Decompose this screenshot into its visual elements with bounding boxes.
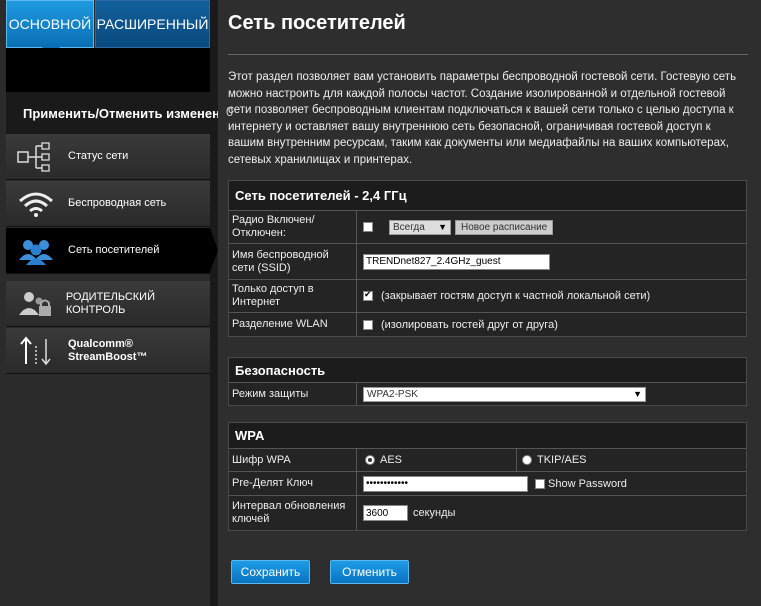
key-interval-row: Интервал обновления ключей секунды — [229, 496, 746, 530]
tkip-aes-label: TKIP/AES — [537, 454, 587, 466]
sidebar-item-label: Статус сети — [68, 150, 129, 162]
streamboost-line2: StreamBoost™ — [68, 350, 148, 363]
security-mode-row: Режим защиты WPA2-PSK ▼ — [229, 383, 746, 405]
wifi-icon — [14, 189, 58, 219]
internet-only-label: Только доступ в Интернет — [229, 280, 357, 312]
ssid-value — [357, 244, 746, 279]
radio-value: Всегда ▼ Новое расписание — [357, 211, 746, 243]
sidebar-item-label: РОДИТЕЛЬСКИЙ КОНТРОЛЬ — [65, 290, 155, 316]
sidebar-item-label: Qualcomm® StreamBoost™ — [58, 338, 147, 364]
internet-only-value: (закрывает гостям доступ к частной локал… — [357, 280, 746, 312]
tkip-aes-radio[interactable] — [522, 455, 532, 465]
network-status-icon — [14, 141, 58, 172]
sidebar-item-guest-network[interactable]: Сеть посетителей — [6, 228, 210, 274]
wlan-separation-label: Разделение WLAN — [229, 313, 357, 336]
security-panel: Безопасность Режим защиты WPA2-PSK ▼ — [228, 357, 747, 406]
save-button[interactable]: Сохранить — [231, 560, 310, 584]
wlan-separation-value: (изолировать гостей друг от друга) — [357, 313, 746, 336]
sidebar-item-parental-control[interactable]: РОДИТЕЛЬСКИЙ КОНТРОЛЬ — [6, 281, 210, 327]
sidebar-spacer — [6, 48, 210, 92]
apply-changes-label: Применить/Отменить изменения: — [23, 105, 240, 121]
title-divider — [228, 54, 748, 55]
key-interval-value: секунды — [357, 496, 746, 530]
security-mode-label: Режим защиты — [229, 383, 357, 405]
sidebar: ОСНОВНОЙ РАСШИРЕННЫЙ Применить/Отменить … — [0, 0, 240, 606]
sidebar-item-label: Беспроводная сеть — [68, 197, 167, 209]
main-content: Сеть посетителей Этот раздел позволяет в… — [218, 0, 761, 606]
sidebar-item-streamboost[interactable]: Qualcomm® StreamBoost™ — [6, 328, 210, 374]
security-mode-select-value: WPA2-PSK — [367, 388, 418, 400]
tab-basic[interactable]: ОСНОВНОЙ — [6, 0, 94, 48]
wlan-separation-text: (изолировать гостей друг от друга) — [381, 318, 558, 331]
aes-radio[interactable] — [365, 455, 375, 465]
show-password-label: Show Password — [548, 477, 627, 490]
guest-network-header: Сеть посетителей - 2,4 ГГц — [229, 181, 746, 211]
wpa-cipher-value: AES TKIP/AES — [357, 449, 746, 471]
streamboost-line1: Qualcomm® — [68, 337, 133, 350]
guests-icon — [14, 236, 58, 266]
aes-option[interactable]: AES — [357, 449, 517, 471]
ssid-row: Имя беспроводной сети (SSID) — [229, 244, 746, 280]
internet-only-checkbox[interactable] — [363, 289, 373, 301]
tkip-aes-option[interactable]: TKIP/AES — [517, 454, 587, 466]
key-interval-label: Интервал обновления ключей — [229, 496, 357, 530]
sidebar-item-label: Сеть посетителей — [68, 244, 160, 256]
new-schedule-button[interactable]: Новое расписание — [455, 219, 554, 235]
top-tabs: ОСНОВНОЙ РАСШИРЕННЫЙ — [0, 0, 210, 48]
schedule-select[interactable]: Всегда ▼ — [389, 219, 451, 235]
apply-changes-bar[interactable]: Применить/Отменить изменения: — [6, 92, 240, 134]
parental-lock-icon — [14, 289, 56, 319]
key-interval-unit: секунды — [413, 507, 456, 519]
show-password-checkbox[interactable] — [535, 478, 545, 489]
page-description: Этот раздел позволяет вам установить пар… — [228, 71, 737, 166]
internet-only-row: Только доступ в Интернет (закрывает гост… — [229, 280, 746, 313]
wpa-panel: WPA Шифр WPA AES TKIP/AES Pre-Делят Ключ… — [228, 422, 747, 531]
wpa-cipher-row: Шифр WPA AES TKIP/AES — [229, 449, 746, 472]
radio-row: Радио Включен/ Отключен: Всегда ▼ Новое … — [229, 211, 746, 244]
security-mode-value: WPA2-PSK ▼ — [357, 383, 746, 405]
ssid-label: Имя беспроводной сети (SSID) — [229, 244, 357, 279]
psk-input[interactable] — [363, 475, 528, 492]
radio-label: Радио Включен/ Отключен: — [229, 211, 357, 243]
dropdown-arrow-icon: ▼ — [633, 388, 642, 399]
wpa-cipher-label: Шифр WPA — [229, 449, 357, 471]
page-title: Сеть посетителей — [228, 12, 406, 34]
ssid-input[interactable] — [363, 253, 550, 270]
guest-network-panel: Сеть посетителей - 2,4 ГГц Радио Включен… — [228, 180, 747, 337]
aes-label: AES — [380, 454, 403, 466]
security-mode-select[interactable]: WPA2-PSK ▼ — [363, 386, 646, 402]
active-item-pointer — [210, 228, 218, 272]
security-header: Безопасность — [229, 358, 746, 383]
psk-value: Show Password — [357, 472, 746, 495]
key-interval-input[interactable] — [363, 505, 408, 521]
schedule-select-value: Всегда — [393, 221, 425, 233]
psk-label: Pre-Делят Ключ — [229, 472, 357, 495]
dropdown-arrow-icon: ▼ — [438, 221, 447, 232]
sidebar-item-wireless[interactable]: Беспроводная сеть — [6, 181, 210, 227]
psk-row: Pre-Делят Ключ Show Password — [229, 472, 746, 496]
internet-only-text: (закрывает гостям доступ к частной локал… — [381, 290, 651, 302]
streamboost-icon — [14, 335, 58, 366]
apply-changes-count: 0 — [226, 104, 234, 119]
tab-advanced[interactable]: РАСШИРЕННЫЙ — [95, 0, 210, 48]
cancel-button[interactable]: Отменить — [330, 560, 409, 584]
radio-enable-checkbox[interactable] — [363, 222, 373, 232]
wlan-separation-checkbox[interactable] — [363, 319, 373, 330]
wlan-separation-row: Разделение WLAN (изолировать гостей друг… — [229, 313, 746, 336]
sidebar-item-network-status[interactable]: Статус сети — [6, 134, 210, 180]
wpa-header: WPA — [229, 423, 746, 449]
